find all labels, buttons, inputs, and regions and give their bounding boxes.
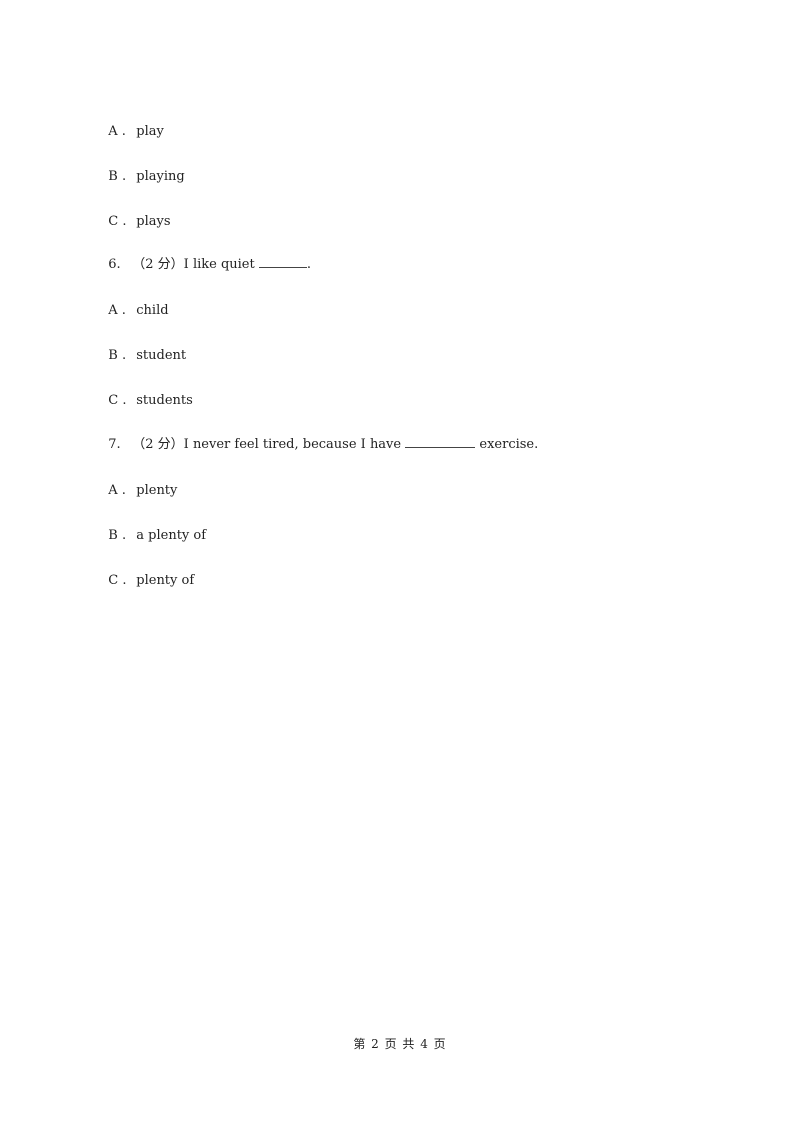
option-letter: C . [108,214,127,229]
option-5b: B . playing [100,153,185,185]
option-text: students [136,393,193,408]
option-letter: A . [108,303,126,318]
question-6: 6. （2 分）I like quiet . [100,240,311,273]
option-letter: B . [108,348,127,363]
option-letter: B . [108,169,127,184]
option-letter: B . [108,528,127,543]
option-text: student [136,348,187,363]
question-prompt-end: . [306,257,312,272]
question-7: 7. （2 分）I never feel tired, because I hav… [100,420,538,453]
option-text: plenty of [136,573,195,588]
option-5a: A . play [100,108,164,140]
option-5c: C . plays [100,198,171,230]
answer-blank [258,256,307,268]
option-letter: C . [108,393,127,408]
question-number: 6. [108,257,121,272]
option-6b: B . student [100,332,186,364]
question-number: 7. [108,437,121,452]
answer-blank [405,436,476,448]
option-text: play [136,124,164,139]
option-text: a plenty of [136,528,207,543]
option-text: plays [136,214,171,229]
option-7b: B . a plenty of [100,512,206,544]
question-prompt: I like quiet [183,257,255,272]
option-7a: A . plenty [100,467,177,499]
option-letter: A . [108,483,126,498]
option-7c: C . plenty of [100,557,194,589]
page-footer: 第 2 页 共 4 页 [353,1037,447,1051]
option-6c: C . students [100,377,193,409]
option-letter: A . [108,124,126,139]
question-prompt-end: exercise. [479,437,539,452]
option-text: plenty [136,483,178,498]
question-score: （2 分） [132,257,184,272]
option-text: child [136,303,169,318]
option-6a: A . child [100,287,169,319]
option-letter: C . [108,573,127,588]
question-prompt: I never feel tired, because I have [183,437,402,452]
option-text: playing [136,169,185,184]
question-score: （2 分） [132,437,184,452]
